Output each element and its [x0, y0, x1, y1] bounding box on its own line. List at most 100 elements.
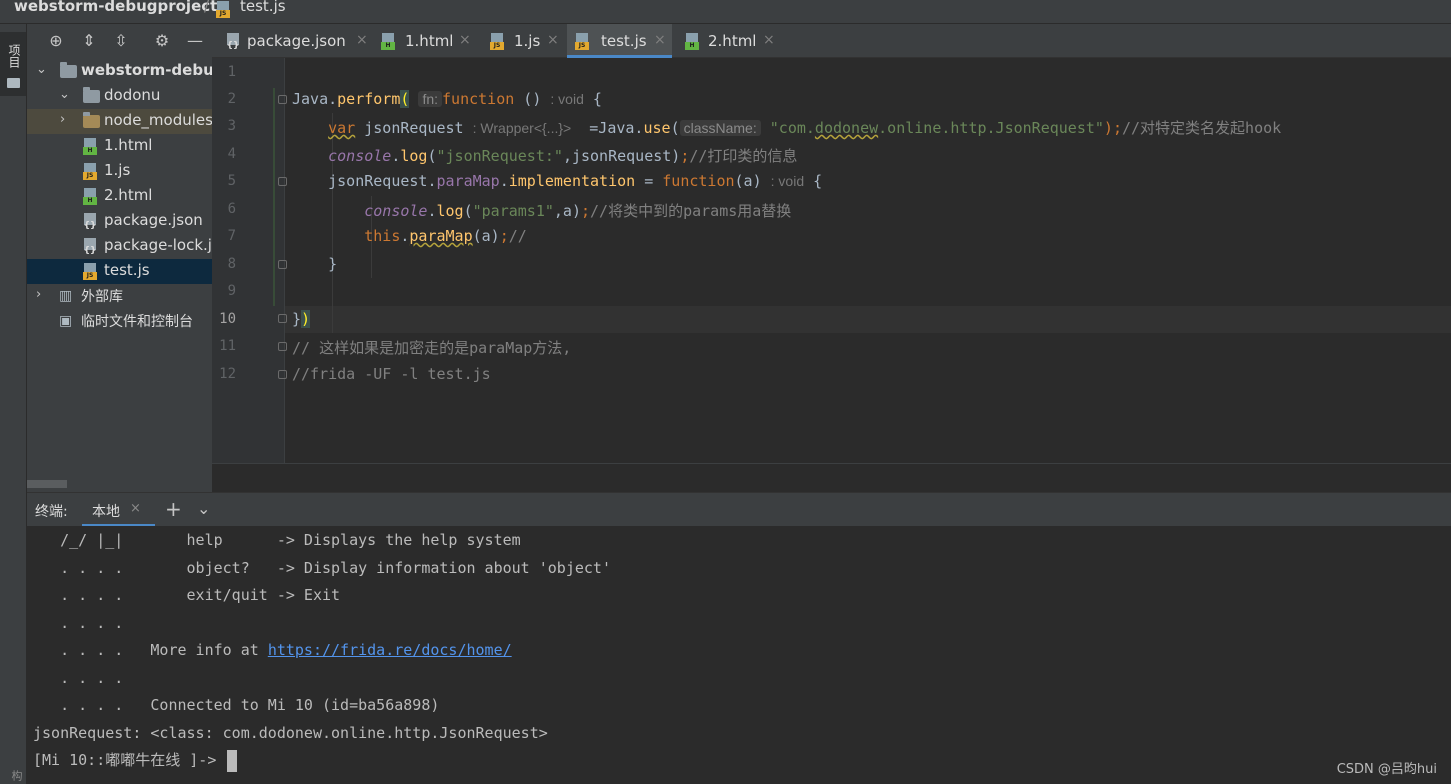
- tab-1-html[interactable]: H 1.html ×: [378, 24, 478, 57]
- breadcrumb-file[interactable]: test.js: [240, 0, 286, 15]
- folder-icon: [83, 87, 100, 103]
- type-hint: : Wrapper<{...}>: [472, 120, 572, 136]
- tab-label: test.js: [601, 32, 647, 50]
- tree-item-label: 1.html: [104, 136, 153, 154]
- editor-gutter: 1 2 3 4 5 6 7 8 9 10 11 12: [212, 58, 287, 463]
- tree-item-file[interactable]: {} package-lock.json: [27, 234, 212, 259]
- code-line-6: console.log("params1",a);//将类中到的params用a…: [364, 202, 792, 220]
- html-file-icon: H: [685, 33, 700, 50]
- code-line-8: }: [328, 255, 338, 273]
- line-number: 11: [219, 338, 236, 354]
- line-number: 8: [227, 256, 236, 272]
- folder-icon: [7, 78, 20, 88]
- fold-icon[interactable]: [278, 314, 287, 323]
- tab-package-json[interactable]: {} package.json ×: [222, 24, 368, 57]
- chevron-down-icon[interactable]: ⌄: [59, 87, 70, 102]
- code-line-11: // 这样如果是加密走的是paraMap方法,: [292, 339, 572, 357]
- close-icon[interactable]: ×: [547, 32, 559, 48]
- project-toolbar: ⊕ ⇕ ⇳ ⚙ —: [27, 24, 212, 58]
- code-line-2: Java.perform( fn: function () : void {: [292, 90, 602, 108]
- parameter-hint: className:: [679, 120, 761, 136]
- terminal-line: jsonRequest: <class: com.dodonew.online.…: [33, 724, 548, 742]
- tab-terminal-local[interactable]: 本地 ×: [82, 493, 155, 527]
- json-file-icon: {}: [83, 238, 98, 256]
- fold-icon[interactable]: [278, 260, 287, 269]
- close-icon[interactable]: ×: [654, 32, 666, 48]
- code-line-4: console.log("jsonRequest:",jsonRequest);…: [328, 147, 798, 165]
- tree-item-label: 临时文件和控制台: [81, 314, 193, 330]
- terminal-line: . . . . Connected to Mi 10 (id=ba56a898): [33, 696, 440, 714]
- terminal-output[interactable]: /_/ |_| help -> Displays the help system…: [27, 526, 1451, 784]
- code-line-7: this.paraMap(a);//: [364, 227, 527, 245]
- terminal-line: . . . . exit/quit -> Exit: [33, 586, 341, 604]
- code-line-10: }): [292, 310, 311, 328]
- line-number: 6: [227, 201, 236, 217]
- terminal-tab-label: 本地: [92, 504, 120, 520]
- tree-item-label: 外部库: [81, 289, 123, 305]
- project-tool-tab[interactable]: 项目: [0, 32, 26, 96]
- js-file-icon: JS: [575, 33, 590, 50]
- tree-item-project-root[interactable]: ⌄ webstorm-debugproject: [27, 59, 212, 84]
- line-number-current: 10: [219, 311, 236, 327]
- tree-item-label: test.js: [104, 261, 150, 279]
- tab-1-js[interactable]: JS 1.js ×: [486, 24, 564, 57]
- chevron-right-icon[interactable]: ›: [60, 112, 65, 127]
- fold-icon[interactable]: [278, 177, 287, 186]
- terminal-line: . . . . object? -> Display information a…: [33, 559, 611, 577]
- chevron-down-icon[interactable]: ⌄: [197, 499, 210, 518]
- tree-item-file[interactable]: JS 1.js: [27, 159, 212, 184]
- tree-item-scratches[interactable]: ▣ 临时文件和控制台: [27, 309, 212, 334]
- line-number: 5: [227, 173, 236, 189]
- tree-item-file[interactable]: H 2.html: [27, 184, 212, 209]
- project-panel: ⊕ ⇕ ⇳ ⚙ — ⌄ webstorm-debugproject ⌄ dodo…: [27, 24, 212, 492]
- terminal-header: 终端: 本地 × + ⌄: [27, 492, 1451, 527]
- code-line-5: jsonRequest.paraMap.implementation = fun…: [328, 172, 823, 190]
- tree-item-external-libraries[interactable]: › ▥ 外部库: [27, 284, 212, 309]
- tree-item-dodonu[interactable]: ⌄ dodonu: [27, 84, 212, 109]
- js-file-icon: JS: [216, 1, 231, 18]
- chevron-down-icon[interactable]: ⌄: [36, 62, 47, 77]
- json-file-icon: {}: [83, 213, 98, 231]
- tree-item-label: 2.html: [104, 186, 153, 204]
- js-file-icon: JS: [490, 33, 505, 50]
- hide-panel-icon[interactable]: —: [185, 31, 205, 51]
- tree-item-label: 1.js: [104, 161, 131, 179]
- tree-item-label: node_modules: [104, 111, 212, 129]
- fold-icon[interactable]: [278, 370, 287, 379]
- editor-bottom-area: [212, 463, 1451, 492]
- gear-icon[interactable]: ⚙: [152, 31, 172, 51]
- terminal-prompt-line[interactable]: [Mi 10::嘟嘟牛在线 ]->: [33, 749, 238, 772]
- tree-item-file-selected[interactable]: JS test.js: [27, 259, 212, 284]
- tab-test-js[interactable]: JS test.js ×: [567, 24, 672, 58]
- tree-item-file[interactable]: {} package.json: [27, 209, 212, 234]
- locate-file-icon[interactable]: ⊕: [46, 31, 66, 51]
- tree-item-node-modules[interactable]: › node_modules: [27, 109, 212, 134]
- horizontal-scrollbar[interactable]: [27, 480, 67, 488]
- text-cursor: [227, 749, 238, 772]
- line-number: 12: [219, 366, 236, 382]
- fold-icon[interactable]: [278, 95, 287, 104]
- add-terminal-icon[interactable]: +: [165, 497, 182, 521]
- collapse-all-icon[interactable]: ⇳: [111, 31, 131, 51]
- frida-docs-link[interactable]: https://frida.re/docs/home/: [268, 641, 512, 659]
- chevron-right-icon[interactable]: ›: [36, 287, 41, 302]
- type-hint: : void: [770, 173, 805, 189]
- close-icon[interactable]: ×: [356, 32, 368, 48]
- expand-all-icon[interactable]: ⇕: [79, 31, 99, 51]
- close-icon[interactable]: ×: [130, 501, 141, 516]
- close-icon[interactable]: ×: [763, 32, 775, 48]
- breadcrumb-separator: /: [204, 0, 210, 15]
- js-file-icon: JS: [83, 263, 98, 280]
- close-icon[interactable]: ×: [459, 32, 471, 48]
- tree-item-label: dodonu: [104, 86, 161, 104]
- fold-icon[interactable]: [278, 342, 287, 351]
- breadcrumb-project[interactable]: webstorm-debugproject: [14, 0, 217, 15]
- terminal-prompt: [Mi 10::嘟嘟牛在线 ]->: [33, 751, 226, 769]
- terminal-line: . . . . More info at https://frida.re/do…: [33, 641, 512, 659]
- project-tool-label: 项目: [7, 44, 21, 68]
- tree-item-file[interactable]: H 1.html: [27, 134, 212, 159]
- code-editor[interactable]: 1 2 3 4 5 6 7 8 9 10 11 12 Java.perform(…: [212, 58, 1451, 463]
- tab-2-html[interactable]: H 2.html ×: [682, 24, 782, 57]
- tree-item-label: package-lock.json: [104, 236, 212, 254]
- scratch-icon: ▣: [59, 313, 73, 329]
